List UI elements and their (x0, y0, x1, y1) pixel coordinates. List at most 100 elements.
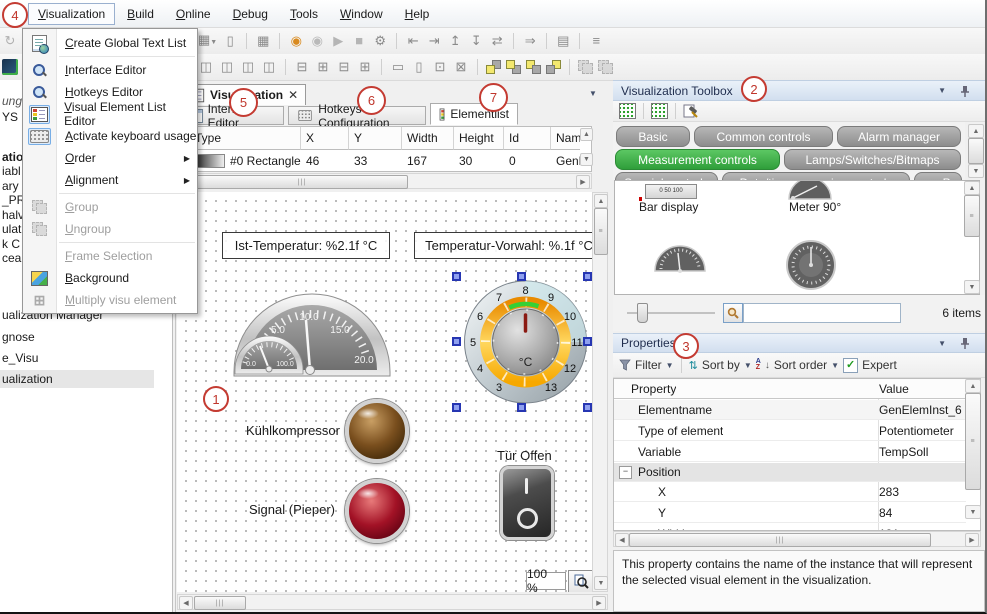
visualization-canvas[interactable]: Ist-Temperatur: %2.1f °C Temperatur-Vorw… (177, 192, 592, 592)
toolbox-list-scrollbar[interactable]: ▲ ≡ ▼ (963, 181, 979, 294)
category-imagepool[interactable]: ImagePool (914, 172, 962, 180)
tree-item-visualization-selected[interactable]: ualization (0, 370, 154, 388)
menu-item-create-global-text-list[interactable]: Create Global Text List (23, 32, 197, 54)
scroll-right-icon[interactable]: ▶ (576, 175, 590, 189)
textfield-ist-temperatur[interactable]: Ist-Temperatur: %2.1f °C (222, 232, 390, 259)
table-row-width-cell[interactable]: 167 (402, 150, 454, 171)
tree-item[interactable]: halv (2, 208, 24, 222)
toolbox-item-bar-display[interactable]: Bar display (639, 200, 698, 214)
close-icon[interactable]: ✕ (288, 88, 298, 102)
scroll-up-icon[interactable]: ▲ (594, 194, 608, 208)
login-icon[interactable]: ◉ (288, 33, 304, 49)
stop-icon[interactable]: ■ (351, 33, 367, 49)
menu-debug[interactable]: Debug (223, 3, 278, 25)
step-into-icon[interactable]: ⇥ (426, 33, 442, 49)
zoom-tool-button[interactable] (568, 570, 592, 592)
scroll-down-icon[interactable]: ▼ (594, 576, 608, 590)
next-statement-icon[interactable]: ⇒ (522, 33, 538, 49)
scroll-down-icon[interactable]: ▼ (964, 280, 980, 294)
sort-lines-icon[interactable]: ≡ (588, 33, 604, 49)
toolbox-item-meter-90[interactable]: Meter 90° (789, 200, 841, 214)
textfield-temperatur-vorwahl[interactable]: Temperatur-Vorwahl: %.1f °C (414, 232, 592, 259)
selection-handle[interactable] (452, 337, 461, 346)
property-row-elementname[interactable]: Elementname GenElemInst_6 (614, 400, 966, 420)
scroll-right-icon[interactable]: ▶ (592, 596, 606, 610)
menu-item-multiply-visu-element[interactable]: ⊞ Multiply visu element (23, 289, 197, 311)
device-icon[interactable] (2, 59, 18, 75)
lamp-kuehlkompressor[interactable] (345, 399, 409, 463)
grid-header-value[interactable]: Value (879, 382, 909, 396)
selection-handle[interactable] (583, 403, 592, 412)
bring-forward-icon[interactable] (506, 60, 521, 74)
toolbox-settings-icon[interactable] (683, 104, 699, 118)
send-to-back-icon[interactable] (546, 60, 561, 74)
tree-item[interactable]: atio (2, 150, 23, 164)
collapse-group-icon[interactable]: − (619, 466, 632, 479)
label-kuehlkompressor[interactable]: Kühlkompressor (246, 423, 340, 438)
sort-order-dropdown-icon[interactable]: ▼ (831, 361, 839, 370)
category-scrollbar[interactable]: ▲ ▼ (967, 124, 983, 178)
menu-tools[interactable]: Tools (280, 3, 328, 25)
collapse-icon[interactable]: ▼ (938, 86, 946, 95)
pin-icon[interactable] (960, 85, 970, 97)
new-visualization-icon[interactable] (619, 103, 636, 119)
selection-handle[interactable] (517, 272, 526, 281)
properties-header[interactable]: Properties ▼ (613, 333, 987, 353)
tree-item-visu[interactable]: e_Visu (2, 351, 38, 365)
selection-handle[interactable] (452, 403, 461, 412)
selection-handle[interactable] (583, 337, 592, 346)
align-center-icon[interactable]: ◫ (219, 59, 235, 75)
category-datetime-controls[interactable]: Date/time managing controls (722, 172, 910, 180)
frame-config-icon[interactable]: ▦ (255, 33, 271, 49)
scrollbar-thumb[interactable]: ||| (196, 175, 408, 189)
menu-item-alignment[interactable]: Alignment ▶ (23, 169, 197, 191)
column-header-height[interactable]: Height (454, 127, 504, 150)
category-measurement-controls[interactable]: Measurement controls (615, 149, 780, 170)
menu-item-interface-editor[interactable]: Interface Editor (23, 59, 197, 81)
selection-handle[interactable] (583, 272, 592, 281)
copy-visualization-icon[interactable] (651, 103, 668, 119)
scroll-down-icon[interactable]: ▼ (965, 505, 981, 519)
ungroup-icon[interactable] (598, 60, 613, 74)
properties-hscrollbar[interactable]: ◀ ||| ▶ (613, 531, 981, 547)
potentiometer-element[interactable]: 3 4 5 6 7 8 9 10 11 12 13 °C (460, 276, 591, 407)
sort-by-dropdown-icon[interactable]: ▼ (744, 361, 752, 370)
space-evenly-icon[interactable]: ⊟ (294, 59, 310, 75)
sort-by-button[interactable]: Sort by (702, 358, 740, 372)
meter-90-icon[interactable] (787, 181, 833, 200)
tree-item[interactable]: iabl (2, 164, 21, 178)
category-common-controls[interactable]: Common controls (694, 126, 833, 147)
meter-180-icon[interactable] (653, 245, 707, 273)
menu-item-frame-selection[interactable]: Frame Selection (23, 245, 197, 267)
category-special-controls[interactable]: Special controls (615, 172, 718, 180)
filter-button[interactable]: Filter (635, 358, 662, 372)
zoom-level-box[interactable]: 100 % (526, 572, 566, 590)
logout-icon[interactable]: ◉ (309, 33, 325, 49)
space-vertical-icon[interactable]: ⊟ (336, 59, 352, 75)
breakpoint-icon[interactable]: ⇄ (489, 33, 505, 49)
menu-item-activate-keyboard-usage[interactable]: Activate keyboard usage (23, 125, 197, 147)
scrollbar-thumb[interactable] (968, 138, 984, 164)
tab-list-dropdown-icon[interactable]: ▼ (589, 89, 597, 98)
toolbox-search-input[interactable] (743, 303, 901, 323)
tree-item[interactable]: ung (2, 94, 22, 108)
category-lamps-switches-bitmaps[interactable]: Lamps/Switches/Bitmaps (784, 149, 961, 170)
table-toggle-icon[interactable]: ▤ (555, 33, 571, 49)
scroll-down-icon[interactable]: ▼ (968, 164, 984, 178)
space-across-icon[interactable]: ⊞ (357, 59, 373, 75)
bring-to-front-icon[interactable] (486, 60, 501, 74)
settings-icon[interactable]: ⚙ (372, 33, 388, 49)
menu-item-ungroup[interactable]: Ungroup (23, 218, 197, 240)
menu-build[interactable]: Build (117, 3, 164, 25)
table-row-id-cell[interactable]: 0 (504, 150, 551, 171)
size-slider-thumb[interactable] (637, 303, 648, 323)
properties-vscrollbar[interactable]: ▲ ≡ ▼ (964, 379, 980, 519)
canvas-vscrollbar[interactable]: ▲ ≡ ▼ (592, 192, 608, 592)
selection-handle[interactable] (452, 272, 461, 281)
pin-icon[interactable] (960, 337, 970, 349)
column-header-x[interactable]: X (301, 127, 349, 150)
collapse-icon[interactable]: ▼ (938, 339, 946, 348)
column-header-name[interactable]: Name (551, 127, 580, 150)
menu-visualization[interactable]: Visualization (28, 3, 115, 25)
align-top-icon[interactable]: ◫ (261, 59, 277, 75)
